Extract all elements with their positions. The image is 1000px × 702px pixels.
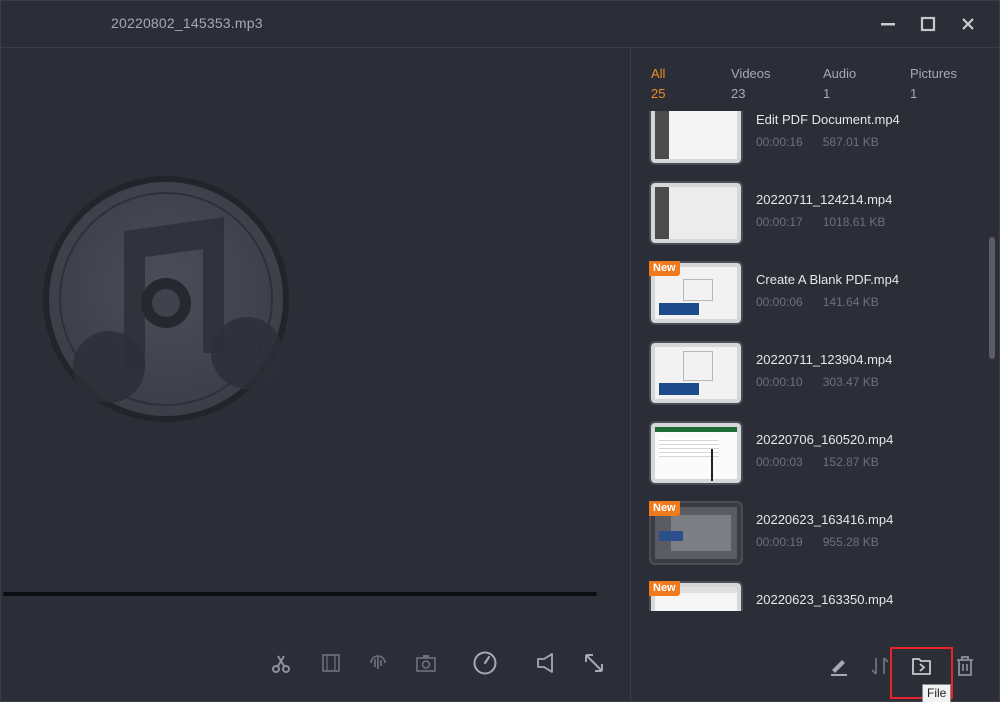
list-item[interactable]: New Create A Blank PDF.mp4 00:00:06 141.6… — [649, 261, 987, 325]
speed-button[interactable] — [471, 649, 499, 677]
new-badge: New — [649, 501, 680, 516]
item-duration: 00:00:16 — [756, 135, 803, 149]
video-thumbnail — [649, 181, 743, 245]
tab-count: 23 — [731, 86, 746, 101]
item-size: 587.01 KB — [822, 135, 879, 149]
new-badge: New — [649, 261, 680, 276]
list-scrollbar[interactable] — [989, 237, 995, 359]
tab-pictures[interactable]: Pictures 1 — [910, 64, 957, 104]
minimize-icon — [881, 23, 895, 26]
item-name: 20220623_163350.mp4 — [756, 592, 894, 607]
item-size: 141.64 KB — [822, 295, 879, 309]
new-badge: New — [649, 581, 680, 596]
fullscreen-button[interactable] — [580, 649, 608, 677]
item-duration: 00:00:19 — [756, 535, 803, 549]
item-meta: 00:00:19 955.28 KB — [756, 535, 879, 549]
player-window: 20220802_145353.mp3 All 25 Videos 23 Aud… — [0, 0, 1000, 702]
item-meta: 00:00:03 152.87 KB — [756, 455, 879, 469]
tab-count: 25 — [651, 86, 666, 101]
list-item[interactable]: 20220711_123904.mp4 00:00:10 303.47 KB — [649, 341, 987, 405]
item-name: 20220623_163416.mp4 — [756, 512, 894, 527]
tab-videos[interactable]: Videos 23 — [731, 64, 771, 104]
rename-button[interactable] — [826, 653, 852, 679]
list-item[interactable]: New 20220623_163416.mp4 00:00:19 955.28 K… — [649, 501, 987, 565]
video-thumbnail — [649, 341, 743, 405]
waveform-icon — [370, 655, 386, 669]
tab-all[interactable]: All 25 — [651, 64, 665, 104]
tab-label: Pictures — [910, 66, 957, 81]
snapshot-button[interactable] — [412, 649, 440, 677]
expand-icon — [585, 654, 603, 672]
video-thumbnail — [649, 111, 743, 165]
item-duration: 00:00:03 — [756, 455, 803, 469]
item-size: 303.47 KB — [822, 375, 879, 389]
item-name: 20220706_160520.mp4 — [756, 432, 894, 447]
item-meta: 00:00:17 1018.61 KB — [756, 215, 885, 229]
title-bar: 20220802_145353.mp3 — [1, 1, 1000, 47]
media-tabs: All 25 Videos 23 Audio 1 Pictures 1 — [631, 48, 1000, 108]
tab-audio[interactable]: Audio 1 — [823, 64, 856, 104]
trim-button[interactable] — [267, 649, 295, 677]
close-button[interactable] — [957, 13, 979, 35]
tab-count: 1 — [823, 86, 831, 101]
audio-wave-button[interactable] — [364, 649, 392, 677]
file-tooltip: File — [922, 684, 952, 702]
item-size: 1018.61 KB — [822, 215, 886, 229]
tab-label: All — [651, 66, 666, 81]
item-name: Edit PDF Document.mp4 — [756, 112, 900, 127]
pencil-icon — [831, 660, 847, 676]
item-name: 20220711_123904.mp4 — [756, 352, 893, 367]
delete-button[interactable] — [952, 653, 978, 679]
trash-icon — [957, 656, 973, 676]
progress-bar[interactable] — [3, 592, 597, 596]
film-icon — [322, 654, 340, 672]
camera-icon — [416, 655, 436, 672]
scissors-icon — [272, 655, 290, 673]
music-disc-icon — [43, 176, 289, 422]
close-icon — [962, 18, 974, 30]
list-item[interactable]: Edit PDF Document.mp4 00:00:16 587.01 KB — [649, 111, 987, 165]
list-item[interactable]: 20220706_160520.mp4 00:00:03 152.87 KB — [649, 421, 987, 485]
item-size: 152.87 KB — [822, 455, 879, 469]
speaker-icon — [537, 653, 553, 673]
maximize-icon — [920, 16, 936, 32]
volume-button[interactable] — [532, 649, 560, 677]
item-name: 20220711_124214.mp4 — [756, 192, 893, 207]
window-title: 20220802_145353.mp3 — [111, 15, 263, 31]
list-item[interactable]: New 20220623_163350.mp4 — [649, 581, 987, 611]
frames-button[interactable] — [317, 649, 345, 677]
item-meta: 00:00:06 141.64 KB — [756, 295, 879, 309]
item-name: Create A Blank PDF.mp4 — [756, 272, 900, 287]
maximize-button[interactable] — [917, 13, 939, 35]
item-duration: 00:00:10 — [756, 375, 803, 389]
tab-label: Audio — [823, 66, 857, 81]
item-duration: 00:00:17 — [756, 215, 803, 229]
tab-label: Videos — [731, 66, 771, 81]
video-thumbnail — [649, 421, 743, 485]
minimize-button[interactable] — [877, 13, 899, 35]
tab-count: 1 — [910, 86, 918, 101]
sort-icon — [871, 657, 889, 675]
media-list: Edit PDF Document.mp4 00:00:16 587.01 KB … — [631, 111, 987, 611]
speedometer-icon — [473, 651, 497, 675]
item-meta: 00:00:10 303.47 KB — [756, 375, 879, 389]
list-item[interactable]: 20220711_124214.mp4 00:00:17 1018.61 KB — [649, 181, 987, 245]
item-meta: 00:00:16 587.01 KB — [756, 135, 879, 149]
item-duration: 00:00:06 — [756, 295, 803, 309]
item-size: 955.28 KB — [822, 535, 879, 549]
